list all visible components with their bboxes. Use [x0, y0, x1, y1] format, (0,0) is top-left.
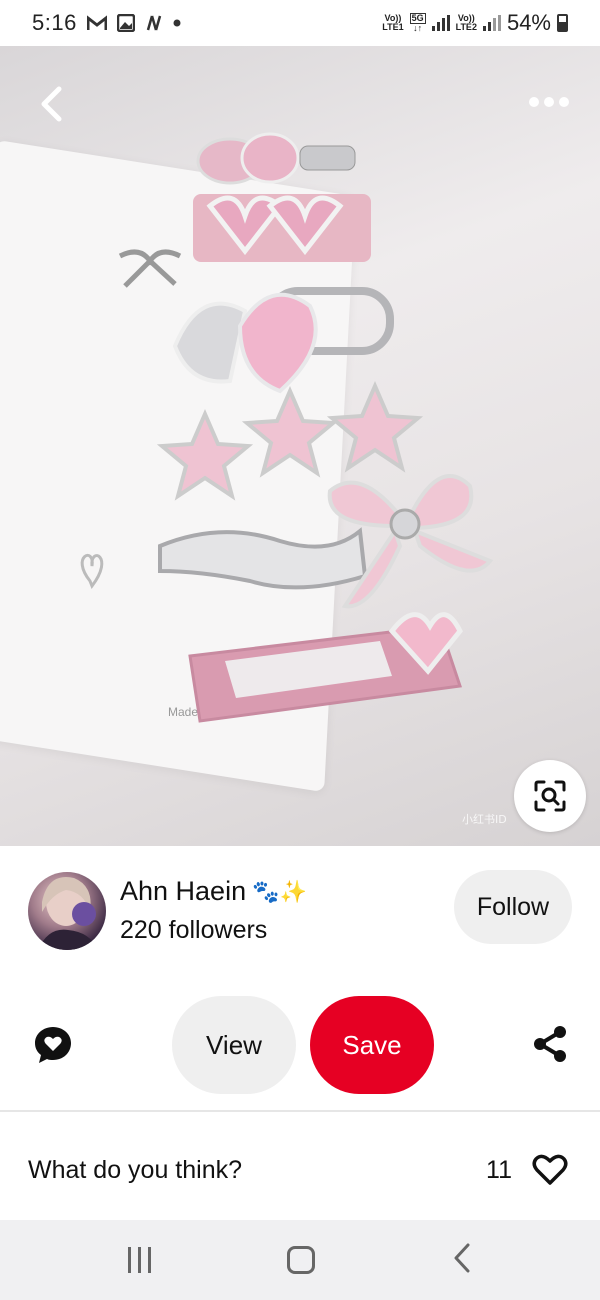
author-avatar[interactable] [28, 872, 106, 950]
back-button[interactable] [30, 82, 74, 126]
visual-search-button[interactable] [514, 760, 586, 832]
react-button[interactable] [530, 1152, 570, 1188]
pin-detail-screen: 5:16 Vo)) LTE1 5G ↓↑ Vo)) LTE2 54% Made … [0, 0, 600, 1300]
lens-search-icon [534, 780, 566, 812]
author-name[interactable]: Ahn Haein [120, 876, 246, 907]
gallery-icon [116, 14, 135, 32]
author-name-wrap[interactable]: Ahn Haein 🐾✨ [120, 876, 307, 907]
comment-button[interactable] [30, 1022, 76, 1068]
home-button[interactable] [287, 1246, 316, 1274]
recents-button[interactable] [128, 1247, 152, 1273]
recents-icon [148, 1247, 152, 1273]
recents-icon [138, 1247, 142, 1273]
sim1-bottom: LTE1 [382, 22, 404, 32]
data-arrows-icon: ↓↑ [413, 23, 423, 33]
sim2-indicator: Vo)) LTE2 [456, 14, 477, 32]
share-icon [534, 1026, 566, 1062]
recents-icon [128, 1247, 132, 1273]
signal-2-icon [482, 15, 501, 31]
dot-icon [559, 97, 569, 107]
pin-image[interactable]: Made in 小红书ID [0, 46, 600, 846]
chevron-left-icon [454, 1243, 470, 1272]
sim1-indicator: Vo)) LTE1 [382, 14, 403, 32]
system-back-button[interactable] [452, 1243, 472, 1278]
battery-icon [557, 14, 568, 32]
signal-1-icon [431, 15, 450, 31]
n-app-icon [145, 14, 163, 32]
status-right: Vo)) LTE1 5G ↓↑ Vo)) LTE2 54% [382, 10, 568, 36]
comment-prompt[interactable]: What do you think? [28, 1156, 242, 1185]
author-emoji: 🐾✨ [252, 878, 307, 904]
system-nav-bar [0, 1220, 600, 1300]
chevron-left-icon [41, 86, 62, 122]
watermark-text: 小红书ID [462, 813, 507, 826]
network-indicator: 5G ↓↑ [409, 13, 426, 33]
dot-icon [544, 97, 554, 107]
follower-count: 220 followers [120, 916, 268, 944]
heart-outline-icon [532, 1154, 568, 1185]
follow-button[interactable]: Follow [454, 870, 572, 944]
action-row: View Save [0, 990, 600, 1100]
dot-icon [529, 97, 539, 107]
dot-icon [173, 19, 181, 27]
share-button[interactable] [530, 1024, 570, 1064]
status-bar: 5:16 Vo)) LTE1 5G ↓↑ Vo)) LTE2 54% [0, 0, 600, 46]
gmail-icon [86, 15, 107, 31]
save-button[interactable]: Save [310, 996, 434, 1094]
hair-clips-illustration: Made in 小红书ID [80, 132, 507, 826]
reaction-count: 11 [486, 1156, 512, 1184]
author-row: Ahn Haein 🐾✨ 220 followers Follow [0, 846, 600, 976]
status-left: 5:16 [32, 10, 181, 36]
more-options-button[interactable] [524, 82, 574, 122]
battery-percent: 54% [506, 10, 551, 35]
comment-heart-icon [35, 1027, 71, 1063]
sim2-bottom: LTE2 [455, 22, 477, 32]
comment-section: What do you think? 11 [0, 1112, 600, 1220]
avatar-image [38, 877, 98, 950]
view-button[interactable]: View [172, 996, 296, 1094]
status-time: 5:16 [32, 10, 77, 35]
